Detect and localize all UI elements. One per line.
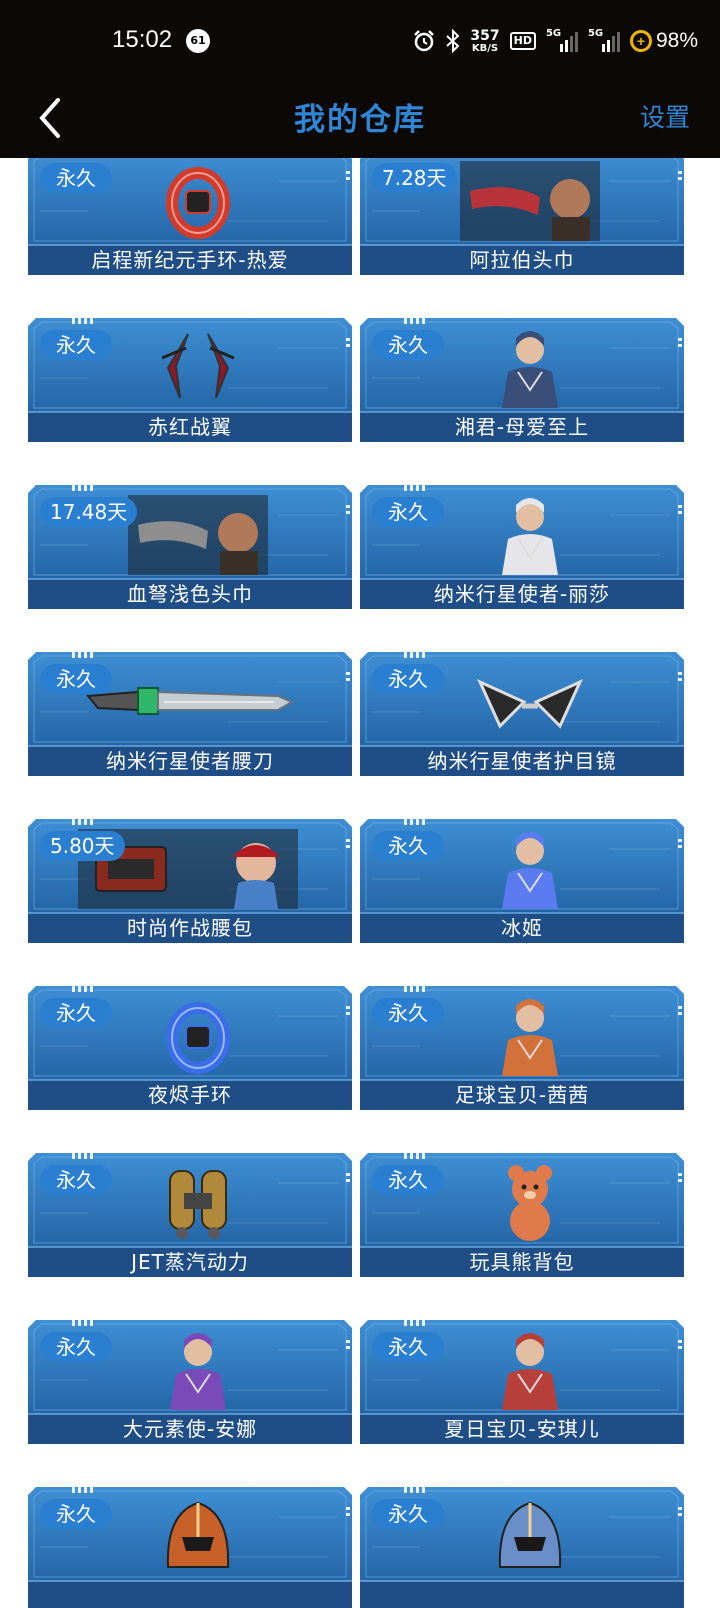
network-speed: 357 KB/S	[470, 27, 500, 54]
warehouse-grid: 永久 启程新纪元手环-热爱 7.28天 阿拉伯头巾 永久 赤红战翼 永久 湘君-…	[0, 158, 720, 1608]
item-name: 时尚作战腰包	[127, 916, 253, 940]
wings-icon	[161, 333, 235, 399]
helmet-icon	[498, 1501, 562, 1568]
warehouse-item-card[interactable]: 永久玩具熊背包	[360, 1153, 684, 1277]
item-name: 冰姬	[501, 916, 543, 940]
warehouse-item-card[interactable]: 17.48天血弩浅色头巾	[28, 485, 352, 609]
item-name: 足球宝贝-茜茜	[454, 1083, 590, 1107]
character-icon	[502, 832, 558, 909]
item-name: 赤红战翼	[148, 415, 232, 439]
warehouse-item-card[interactable]: 永久冰姬	[360, 819, 684, 943]
duration-badge: 永久	[372, 1332, 444, 1362]
warehouse-item-card[interactable]: 永久足球宝贝-茜茜	[360, 986, 684, 1110]
warehouse-item-card[interactable]: 永久赤红战翼	[28, 318, 352, 442]
duration-badge: 7.28天	[372, 163, 457, 193]
status-icons: 357 KB/S HD 5G 5G + 98%	[412, 24, 698, 58]
character-icon	[502, 1333, 558, 1410]
bracelet-icon	[166, 167, 230, 239]
battery-saver-icon: +	[629, 30, 652, 52]
duration-badge: 永久	[40, 998, 112, 1028]
duration-badge: 永久	[372, 831, 444, 861]
item-name: 大元素使-安娜	[122, 1417, 258, 1441]
item-name: 夏日宝贝-安琪儿	[444, 1417, 600, 1441]
character-icon	[502, 331, 558, 408]
duration-badge: 永久	[372, 497, 444, 527]
duration-badge: 永久	[40, 1165, 112, 1195]
item-name: 纳米行星使者-丽莎	[433, 582, 611, 606]
item-name: 纳米行星使者护目镜	[427, 749, 617, 773]
warehouse-item-card[interactable]: 永久纳米行星使者腰刀	[28, 652, 352, 776]
warehouse-item-card[interactable]: 永久 JET蒸汽动力	[28, 1153, 352, 1277]
item-name	[360, 1581, 684, 1608]
jetpack-icon	[169, 1170, 227, 1239]
item-name: JET蒸汽动力	[131, 1250, 249, 1274]
warehouse-item-card[interactable]: 永久大元素使-安娜	[28, 1320, 352, 1444]
item-name: 纳米行星使者腰刀	[106, 749, 274, 773]
warehouse-item-card[interactable]: 永久启程新纪元手环-热爱	[28, 158, 352, 275]
duration-badge: 永久	[40, 330, 112, 360]
warehouse-item-card[interactable]: 永久	[360, 1487, 684, 1608]
page-title: 我的仓库	[294, 102, 426, 138]
notification-count-badge: 61	[186, 29, 210, 53]
duration-badge: 永久	[40, 1499, 112, 1529]
bluetooth-icon	[446, 29, 460, 53]
duration-badge: 5.80天	[40, 831, 125, 861]
bear-icon	[508, 1165, 552, 1241]
item-name: 夜烬手环	[148, 1083, 232, 1107]
duration-badge: 永久	[372, 1499, 444, 1529]
item-name: 湘君-母爱至上	[454, 415, 590, 439]
warehouse-item-card[interactable]: 7.28天阿拉伯头巾	[360, 158, 684, 275]
alarm-icon	[414, 30, 435, 52]
bracelet-icon	[166, 1002, 230, 1074]
duration-badge: 永久	[372, 664, 444, 694]
helmet-icon	[166, 1501, 230, 1568]
goggles-icon	[476, 678, 584, 729]
duration-badge: 永久	[40, 163, 112, 193]
item-name	[28, 1581, 352, 1608]
status-time: 15:02	[112, 26, 173, 53]
item-name: 阿拉伯头巾	[469, 248, 575, 272]
settings-button[interactable]: 设置	[640, 98, 690, 134]
warehouse-item-card[interactable]: 5.80天时尚作战腰包	[28, 819, 352, 943]
signal-sim1-icon: 5G	[546, 28, 578, 52]
duration-badge: 永久	[372, 1165, 444, 1195]
character-icon	[502, 498, 558, 575]
character-icon	[170, 1333, 226, 1410]
warehouse-item-card[interactable]: 永久	[28, 1487, 352, 1608]
warehouse-item-card[interactable]: 永久夏日宝贝-安琪儿	[360, 1320, 684, 1444]
item-name: 玩具熊背包	[469, 1250, 575, 1274]
signal-sim2-icon: 5G	[588, 28, 620, 52]
warehouse-item-card[interactable]: 永久夜烬手环	[28, 986, 352, 1110]
duration-badge: 永久	[40, 1332, 112, 1362]
warehouse-item-card[interactable]: 永久湘君-母爱至上	[360, 318, 684, 442]
hd-voice-icon: HD	[509, 32, 536, 50]
warehouse-item-card[interactable]: 永久纳米行星使者-丽莎	[360, 485, 684, 609]
character-icon	[502, 999, 558, 1076]
title-bar: 我的仓库 设置	[0, 80, 720, 158]
duration-badge: 永久	[372, 330, 444, 360]
duration-badge: 17.48天	[40, 497, 138, 527]
headband-icon	[460, 161, 600, 241]
duration-badge: 永久	[40, 664, 112, 694]
battery-indicator: + 98%	[629, 29, 698, 53]
headband-icon	[128, 495, 268, 575]
duration-badge: 永久	[372, 998, 444, 1028]
item-name: 启程新纪元手环-热爱	[91, 248, 289, 272]
item-name: 血弩浅色头巾	[127, 582, 253, 606]
warehouse-item-card[interactable]: 永久纳米行星使者护目镜	[360, 652, 684, 776]
status-bar: 15:02 61 357 KB/S HD 5G 5G + 98%	[0, 0, 720, 80]
